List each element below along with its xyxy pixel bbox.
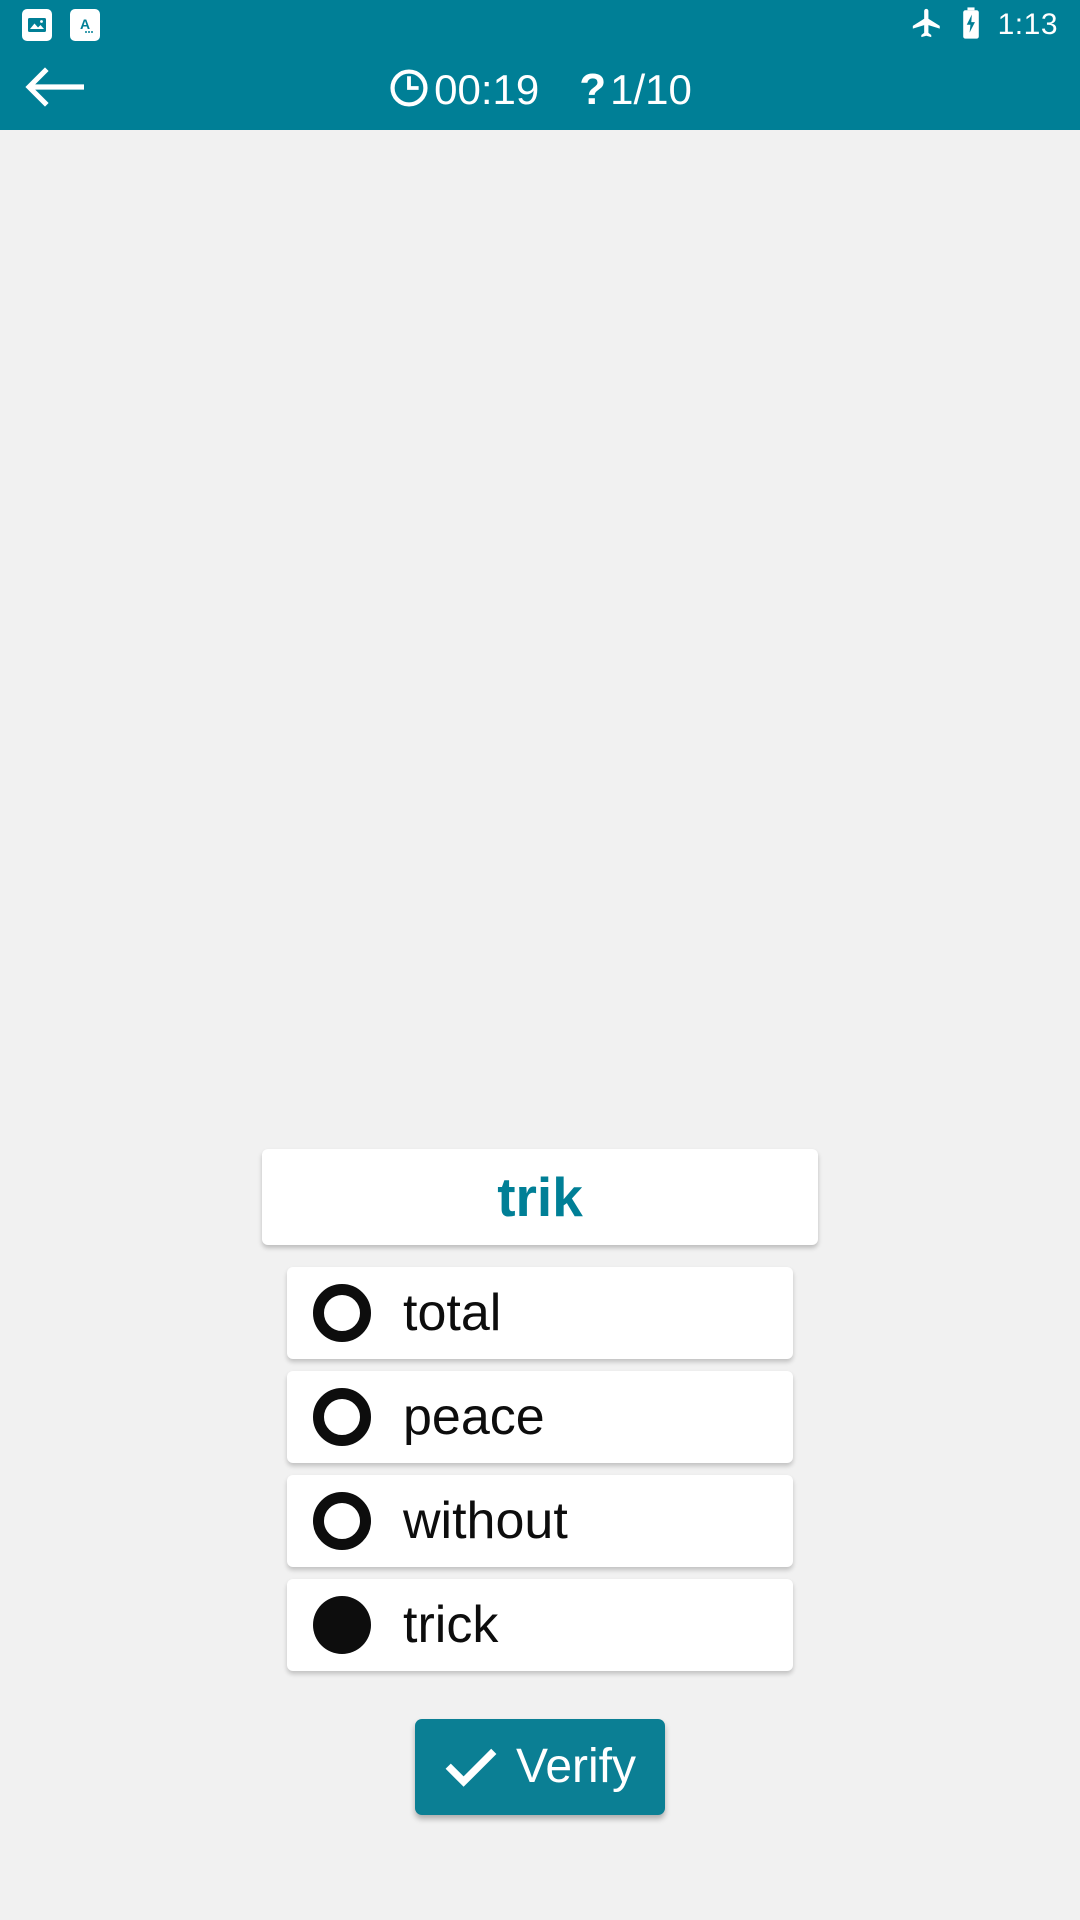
answer-options-list: total peace without trick [287,1267,793,1683]
status-bar: A 1:13 [0,0,1080,50]
answer-option-label: trick [403,1596,499,1654]
back-arrow-icon [24,65,86,116]
image-notification-icon [22,9,52,41]
answer-option-label: total [403,1284,502,1342]
app-bar: 00:19 ? 1/10 [0,50,1080,130]
battery-charging-icon [958,6,984,45]
status-bar-time: 1:13 [997,8,1058,41]
radio-button-selected[interactable] [313,1596,371,1654]
answer-option-label: peace [403,1388,545,1446]
answer-option-peace[interactable]: peace [287,1371,793,1463]
radio-button-unselected[interactable] [313,1492,371,1550]
quiz-content: trik total peace without trick Verify [0,130,1080,1920]
answer-option-total[interactable]: total [287,1267,793,1359]
app-bar-title-group: 00:19 ? 1/10 [0,67,1080,114]
back-button[interactable] [20,55,90,125]
answer-option-trick[interactable]: trick [287,1579,793,1671]
checkmark-icon [444,1742,498,1793]
answer-option-label: without [403,1492,568,1550]
svg-text:A: A [80,16,90,32]
clock-icon [388,67,430,114]
quiz-timer: 00:19 [388,67,539,114]
radio-button-unselected[interactable] [313,1284,371,1342]
question-counter: ? 1/10 [579,68,692,112]
radio-button-unselected[interactable] [313,1388,371,1446]
status-bar-system-icons: 1:13 [910,6,1058,45]
question-mark-icon: ? [579,65,607,114]
verify-button-label: Verify [515,1740,637,1793]
question-word: trik [497,1165,583,1228]
verify-button[interactable]: Verify [415,1719,665,1815]
timer-value: 00:19 [434,66,540,113]
answer-option-without[interactable]: without [287,1475,793,1567]
question-counter-value: 1/10 [610,66,692,113]
status-bar-notifications: A [22,9,100,41]
translate-letter-a-notification-icon: A [70,9,100,41]
question-card: trik [262,1149,818,1245]
airplane-icon [910,6,944,45]
